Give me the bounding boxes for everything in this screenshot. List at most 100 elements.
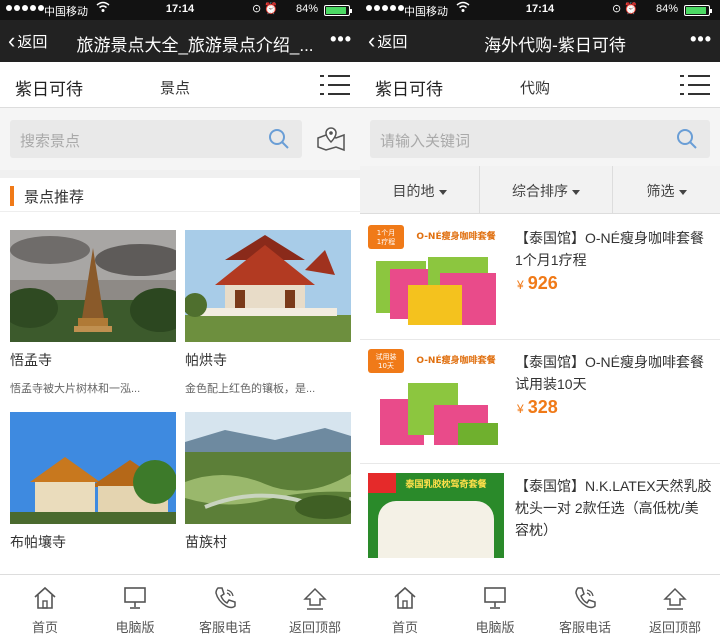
product-item[interactable]: 1个月 1疗程 O-NÉ瘦身咖啡套餐 【泰国馆】O-NÉ瘦身咖啡套餐 1个月1疗… [360,216,720,340]
home-icon [394,586,416,609]
attraction-name: 布帕壤寺 [10,534,66,550]
filter-screen[interactable]: 筛选 [613,166,720,213]
attraction-card[interactable]: 帕烘寺 金色配上红色的镶板，是... [185,230,351,396]
tab-desktop[interactable]: 电脑版 [90,575,180,640]
caret-down-icon [438,189,447,195]
section-label: 代购 [520,80,551,97]
svg-text:1个月: 1个月 [377,229,395,237]
tab-label: 首页 [31,620,58,635]
price-value: 731 [528,556,558,558]
page-title: 旅游景点大全_旅游景点介绍_... [76,36,314,55]
attraction-card[interactable]: 悟孟寺 悟孟寺被大片树林和一泓... [10,230,176,396]
section-title: 景点推荐 [24,189,85,206]
attraction-image [185,230,351,342]
attraction-desc: 金色配上红色的镶板，是... [185,383,316,395]
tab-label: 电脑版 [115,620,155,635]
tab-home[interactable]: 首页 [360,575,450,640]
section-accent-bar [10,186,14,206]
tab-label: 客服电话 [558,620,611,635]
filter-sort[interactable]: 综合排序 [480,166,613,213]
tab-label: 首页 [391,620,418,635]
back-label: 返回 [377,34,408,51]
brand-link[interactable]: 紫日可待 [375,75,443,100]
more-button[interactable]: ••• [690,29,712,50]
svg-text:10天: 10天 [378,362,394,370]
back-label: 返回 [17,34,48,51]
filter-bar: 目的地 综合排序 筛选 [360,166,720,214]
tab-label: 返回顶部 [288,620,341,635]
tab-back-to-top[interactable]: 返回顶部 [270,575,360,640]
back-button[interactable]: ‹ 返回 [368,27,408,53]
svg-text:1疗程: 1疗程 [377,237,395,246]
menu-icon[interactable] [680,74,710,96]
product-title: 【泰国馆】O-NÉ瘦身咖啡套餐试用装10天 [515,354,704,392]
attraction-name: 苗族村 [185,534,227,550]
more-button[interactable]: ••• [330,29,352,50]
tab-desktop[interactable]: 电脑版 [450,575,540,640]
filter-label: 目的地 [392,183,435,199]
sub-header: 紫日可待 景点 [0,62,360,108]
product-price: ¥731 [517,556,558,558]
search-input[interactable]: 搜索景点 [10,120,302,158]
battery-percent: 84% [655,3,678,15]
search-area: 请输入关键词 [360,108,720,166]
desktop-icon [124,587,146,609]
product-list: 1个月 1疗程 O-NÉ瘦身咖啡套餐 【泰国馆】O-NÉ瘦身咖啡套餐 1个月1疗… [360,216,720,558]
battery-icon [684,5,712,16]
product-title: 【泰国馆】O-NÉ瘦身咖啡套餐 1个月1疗程 [515,230,704,268]
tab-phone[interactable]: 客服电话 [180,575,270,640]
chevron-left-icon: ‹ [368,27,376,53]
attraction-card[interactable]: 苗族村 [185,412,351,552]
attraction-name: 帕烘寺 [185,352,227,368]
filter-label: 筛选 [646,183,675,199]
bottom-tab-bar: 首页 电脑版 客服电话 返回顶部 [360,574,720,640]
attraction-name: 悟孟寺 [10,352,52,368]
back-to-top-icon [663,587,687,610]
bottom-tab-bar: 首页 电脑版 客服电话 返回顶部 [0,574,360,640]
desktop-icon [484,587,506,609]
battery-percent: 84% [295,3,318,15]
search-area: 搜索景点 [0,108,360,170]
back-button[interactable]: ‹ 返回 [8,27,48,53]
brand-link[interactable]: 紫日可待 [15,75,83,100]
product-image: 试用装 10天 O-NÉ瘦身咖啡套餐 [368,349,504,455]
caret-down-icon [572,189,580,195]
product-image: 1个月 1疗程 O-NÉ瘦身咖啡套餐 [368,225,504,331]
attraction-card[interactable]: 布帕壤寺 [10,412,176,552]
product-image: 泰国乳胶枕驾奇套餐 [368,473,504,558]
tab-back-to-top[interactable]: 返回顶部 [630,575,720,640]
currency-symbol: ¥ [517,402,524,416]
status-bar: 中国移动 17:14 ⊙ ⏰ 84% [0,0,360,20]
map-location-icon[interactable] [316,126,346,157]
left-screen: 中国移动 17:14 ⊙ ⏰ 84% ‹ 返回 旅游景点大全_旅游景点介绍_..… [0,0,360,640]
search-input[interactable]: 请输入关键词 [370,120,710,158]
right-screen: 中国移动 17:14 ⊙ ⏰ 84% ‹ 返回 海外代购-紫日可待 ••• 紫日… [360,0,720,640]
product-price: ¥328 [517,397,558,418]
price-value: 328 [527,397,558,417]
tab-label: 电脑版 [475,620,515,635]
section-label: 景点 [160,80,191,97]
search-placeholder: 请输入关键词 [380,133,471,150]
phone-icon [575,587,596,609]
product-item[interactable]: 试用装 10天 O-NÉ瘦身咖啡套餐 【泰国馆】O-NÉ瘦身咖啡套餐试用装10天… [360,340,720,464]
attraction-image [185,412,351,524]
tab-home[interactable]: 首页 [0,575,90,640]
tab-label: 返回顶部 [648,620,701,635]
nav-bar: ‹ 返回 海外代购-紫日可待 ••• [360,20,720,62]
chevron-left-icon: ‹ [8,27,16,53]
product-banner-text: 泰国乳胶枕驾奇套餐 [404,478,487,490]
price-value: 926 [527,273,558,293]
tab-label: 客服电话 [198,620,251,635]
search-icon[interactable] [268,128,290,155]
sub-header: 紫日可待 代购 [360,62,720,108]
filter-label: 综合排序 [512,183,568,199]
search-icon[interactable] [676,128,698,155]
tab-phone[interactable]: 客服电话 [540,575,630,640]
home-icon [34,586,56,609]
menu-icon[interactable] [320,74,350,96]
currency-symbol: ¥ [517,278,524,292]
product-item[interactable]: 泰国乳胶枕驾奇套餐 【泰国馆】N.K.LATEX天然乳胶枕头一对 2款任选（高低… [360,464,720,558]
product-title: 【泰国馆】N.K.LATEX天然乳胶枕头一对 2款任选（高低枕/美容枕） [515,478,712,538]
product-banner-text: O-NÉ瘦身咖啡套餐 [416,354,496,366]
filter-destination[interactable]: 目的地 [360,166,480,213]
